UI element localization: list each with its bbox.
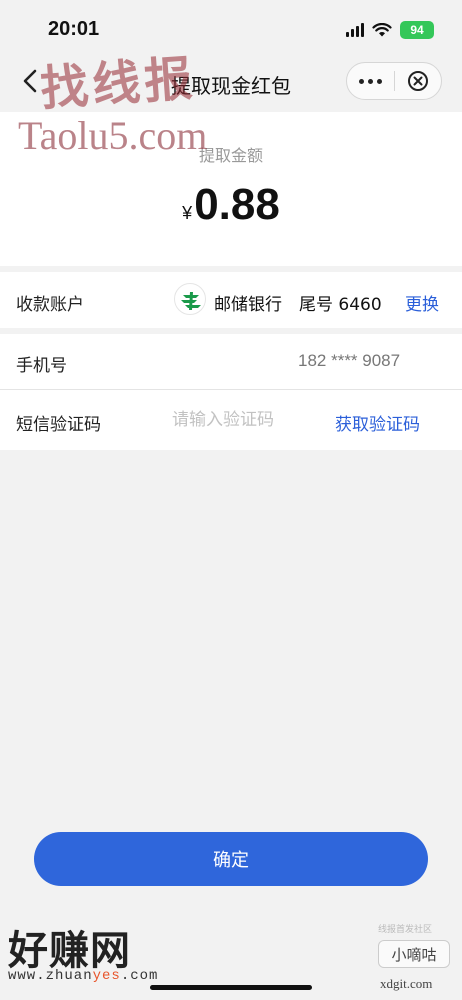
receiving-account-label: 收款账户 [16, 295, 84, 315]
receiving-account-row: 收款账户 邮储银行 尾号 6460 更换 [0, 272, 462, 328]
watermark-zhuanyes-url: www.zhuanyes.com [8, 968, 158, 984]
confirm-button[interactable]: 确定 [34, 832, 428, 886]
phone-row: 手机号 182 **** 9087 [0, 334, 462, 390]
amount-number: 0.88 [194, 180, 280, 229]
status-bar: 20:01 94 [0, 0, 462, 50]
watermark-xd-tagline: 线报首发社区 [378, 925, 433, 935]
close-button[interactable] [395, 63, 441, 99]
watermark-taolu5: Taolu5.com [18, 113, 208, 158]
watermark-xdgit-domain: xdgit.com [380, 976, 433, 991]
sms-code-label: 短信验证码 [16, 415, 101, 435]
status-icons: 94 [346, 20, 434, 40]
change-account-link[interactable]: 更换 [405, 290, 439, 315]
bank-logo-icon [174, 283, 206, 315]
phone-label: 手机号 [16, 356, 67, 376]
get-code-button[interactable]: 获取验证码 [335, 410, 420, 435]
home-indicator [150, 985, 312, 990]
status-time: 20:01 [48, 18, 100, 40]
battery-level: 94 [410, 23, 424, 37]
amount-value: ¥0.88 [0, 180, 462, 230]
more-button[interactable] [347, 63, 394, 99]
wifi-icon [372, 23, 392, 37]
mini-program-capsule [346, 62, 442, 100]
sms-code-row: 短信验证码 获取验证码 [0, 390, 462, 450]
phone-value: 182 **** 9087 [298, 351, 401, 370]
watermark-xiaodigu-badge: 小嘀咕 [378, 940, 450, 968]
watermark-url-suffix: .com [120, 968, 159, 984]
currency-symbol: ¥ [182, 203, 193, 223]
close-circle-icon [407, 71, 428, 91]
watermark-zhaoxianbao: 找线报 [38, 50, 199, 118]
watermark-url-highlight: yes [92, 968, 121, 984]
more-dots-icon [359, 78, 364, 84]
bank-name: 邮储银行 [214, 295, 282, 315]
battery-indicator: 94 [400, 21, 434, 39]
sms-code-input[interactable] [172, 404, 312, 436]
account-tail-number: 尾号 6460 [299, 295, 382, 315]
cellular-signal-icon [346, 23, 364, 37]
watermark-url-prefix: www.zhuan [8, 968, 93, 984]
